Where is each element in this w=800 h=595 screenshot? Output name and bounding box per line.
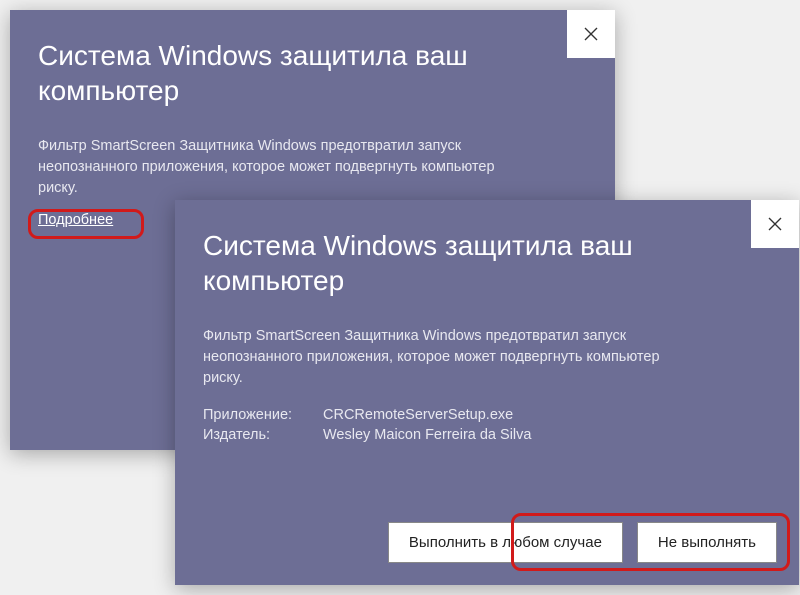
button-row: Выполнить в любом случае Не выполнять xyxy=(388,522,777,563)
smartscreen-dialog-expanded: Система Windows защитила ваш компьютер Ф… xyxy=(175,200,799,585)
close-button[interactable] xyxy=(567,10,615,58)
close-icon xyxy=(768,217,782,231)
app-value: CRCRemoteServerSetup.exe xyxy=(323,407,771,423)
app-info: Приложение: CRCRemoteServerSetup.exe Изд… xyxy=(175,401,799,453)
publisher-label: Издатель: xyxy=(203,427,323,443)
run-anyway-button[interactable]: Выполнить в любом случае xyxy=(388,522,623,563)
close-icon xyxy=(584,27,598,41)
dialog-message: Фильтр SmartScreen Защитника Windows пре… xyxy=(175,314,715,401)
more-info-link[interactable]: Подробнее xyxy=(38,212,113,228)
publisher-row: Издатель: Wesley Maicon Ferreira da Silv… xyxy=(203,427,771,443)
publisher-value: Wesley Maicon Ferreira da Silva xyxy=(323,427,771,443)
dont-run-button[interactable]: Не выполнять xyxy=(637,522,777,563)
dialog-message: Фильтр SmartScreen Защитника Windows пре… xyxy=(10,124,550,211)
dialog-title: Система Windows защитила ваш компьютер xyxy=(175,200,715,314)
dialog-title: Система Windows защитила ваш компьютер xyxy=(10,10,550,124)
close-button[interactable] xyxy=(751,200,799,248)
app-label: Приложение: xyxy=(203,407,323,423)
app-name-row: Приложение: CRCRemoteServerSetup.exe xyxy=(203,407,771,423)
